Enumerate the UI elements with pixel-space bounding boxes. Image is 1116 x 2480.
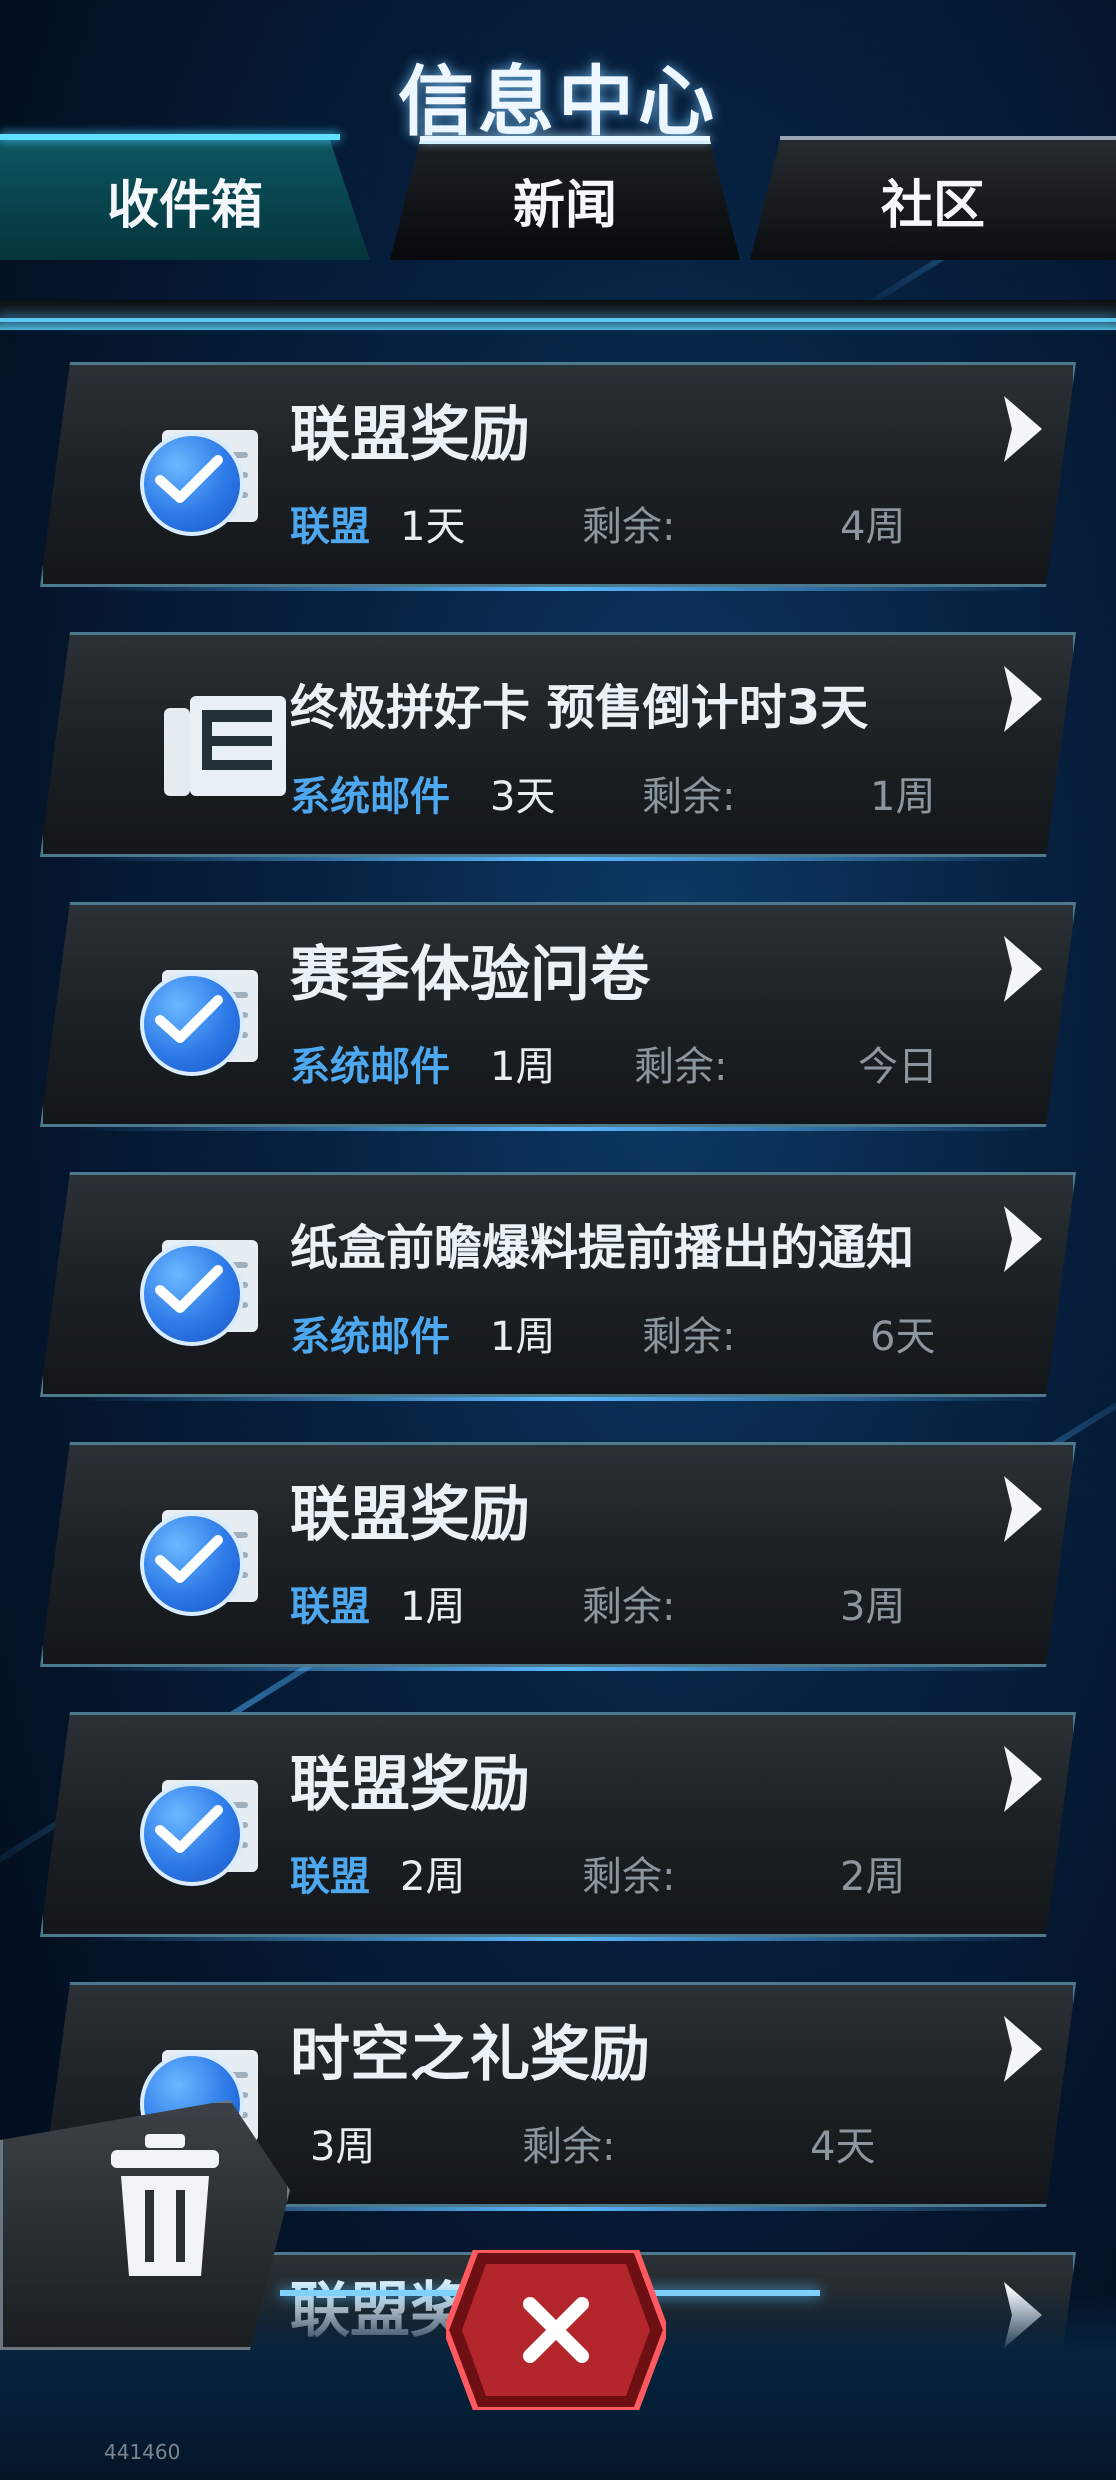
mail-age: 3周 [310,2124,376,2170]
mail-sender: 系统邮件 [290,774,450,820]
mail-remaining-label: 剩余: [642,1314,736,1360]
chevron-right-icon [1004,1746,1042,1812]
delete-button[interactable] [0,2100,290,2350]
mail-title: 联盟奖励 [290,1480,530,1550]
trash-icon [111,2134,219,2276]
mail-remaining-label: 剩余: [582,504,676,550]
footer-id: 441460 [104,2440,181,2464]
mail-age: 3天 [490,774,556,820]
check-icon [140,1772,258,1886]
mail-remaining-label: 剩余: [582,1854,676,1900]
check-icon [140,962,258,1076]
mail-item[interactable]: 纸盒前瞻爆料提前播出的通知 系统邮件 1周 剩余: 6天 [40,1172,1076,1401]
tab-divider [0,300,1116,330]
mail-age: 1天 [400,504,466,550]
mail-sender: 系统邮件 [290,1314,450,1360]
mail-title: 纸盒前瞻爆料提前播出的通知 [290,1220,915,1276]
mail-item[interactable]: 联盟奖励 联盟 1周 剩余: 3周 [40,1442,1076,1671]
mail-age: 1周 [400,1584,466,1630]
tab-community[interactable]: 社区 [750,136,1116,260]
tab-news[interactable]: 新闻 [390,136,740,260]
mail-item[interactable]: 联盟奖励 联盟 2周 剩余: 2周 [40,1712,1076,1941]
mail-title: 联盟奖励 [290,400,530,470]
mail-remaining-label: 剩余: [522,2124,616,2170]
check-icon [140,422,258,536]
tab-inbox-label: 收件箱 [106,175,263,236]
news-icon [164,696,286,796]
chevron-right-icon [1004,666,1042,732]
check-icon [140,1502,258,1616]
chevron-right-icon [1004,396,1042,462]
mail-title: 终极拼好卡 预售倒计时3天 [290,680,869,736]
mail-remaining: 3周 [840,1584,906,1630]
mail-age: 1周 [490,1314,556,1360]
mail-remaining: 4周 [840,504,906,550]
mail-remaining: 今日 [858,1044,938,1090]
tab-community-label: 社区 [880,175,985,236]
mail-sender: 联盟 [290,504,370,550]
chevron-right-icon [1004,936,1042,1002]
mail-title: 时空之礼奖励 [290,2020,650,2090]
check-icon [140,1232,258,1346]
mail-sender: 系统邮件 [290,1044,450,1090]
mail-item[interactable]: 赛季体验问卷 系统邮件 1周 剩余: 今日 [40,902,1076,1131]
mail-remaining-label: 剩余: [642,774,736,820]
mail-sender: 联盟 [290,1854,370,1900]
tab-news-label: 新闻 [512,175,617,236]
tab-inbox[interactable]: 收件箱 [0,134,370,260]
mail-title: 联盟奖励 [290,1750,530,1820]
tab-divider-line [0,318,1116,322]
mail-item[interactable]: 联盟奖励 联盟 1天 剩余: 4周 [40,362,1076,591]
mail-remaining: 6天 [870,1314,936,1360]
mail-remaining-label: 剩余: [634,1044,728,1090]
mail-remaining: 4天 [810,2124,876,2170]
mail-remaining: 2周 [840,1854,906,1900]
chevron-right-icon [1004,1476,1042,1542]
close-button[interactable] [446,2250,666,2410]
mail-item[interactable]: 终极拼好卡 预售倒计时3天 系统邮件 3天 剩余: 1周 [40,632,1076,861]
chevron-right-icon [1004,2016,1042,2082]
mail-remaining: 1周 [870,774,936,820]
chevron-right-icon [1004,1206,1042,1272]
mail-title: 赛季体验问卷 [290,940,650,1010]
mail-remaining-label: 剩余: [582,1584,676,1630]
mail-sender: 联盟 [290,1584,370,1630]
mail-age: 2周 [400,1854,466,1900]
mail-age: 1周 [490,1044,556,1090]
